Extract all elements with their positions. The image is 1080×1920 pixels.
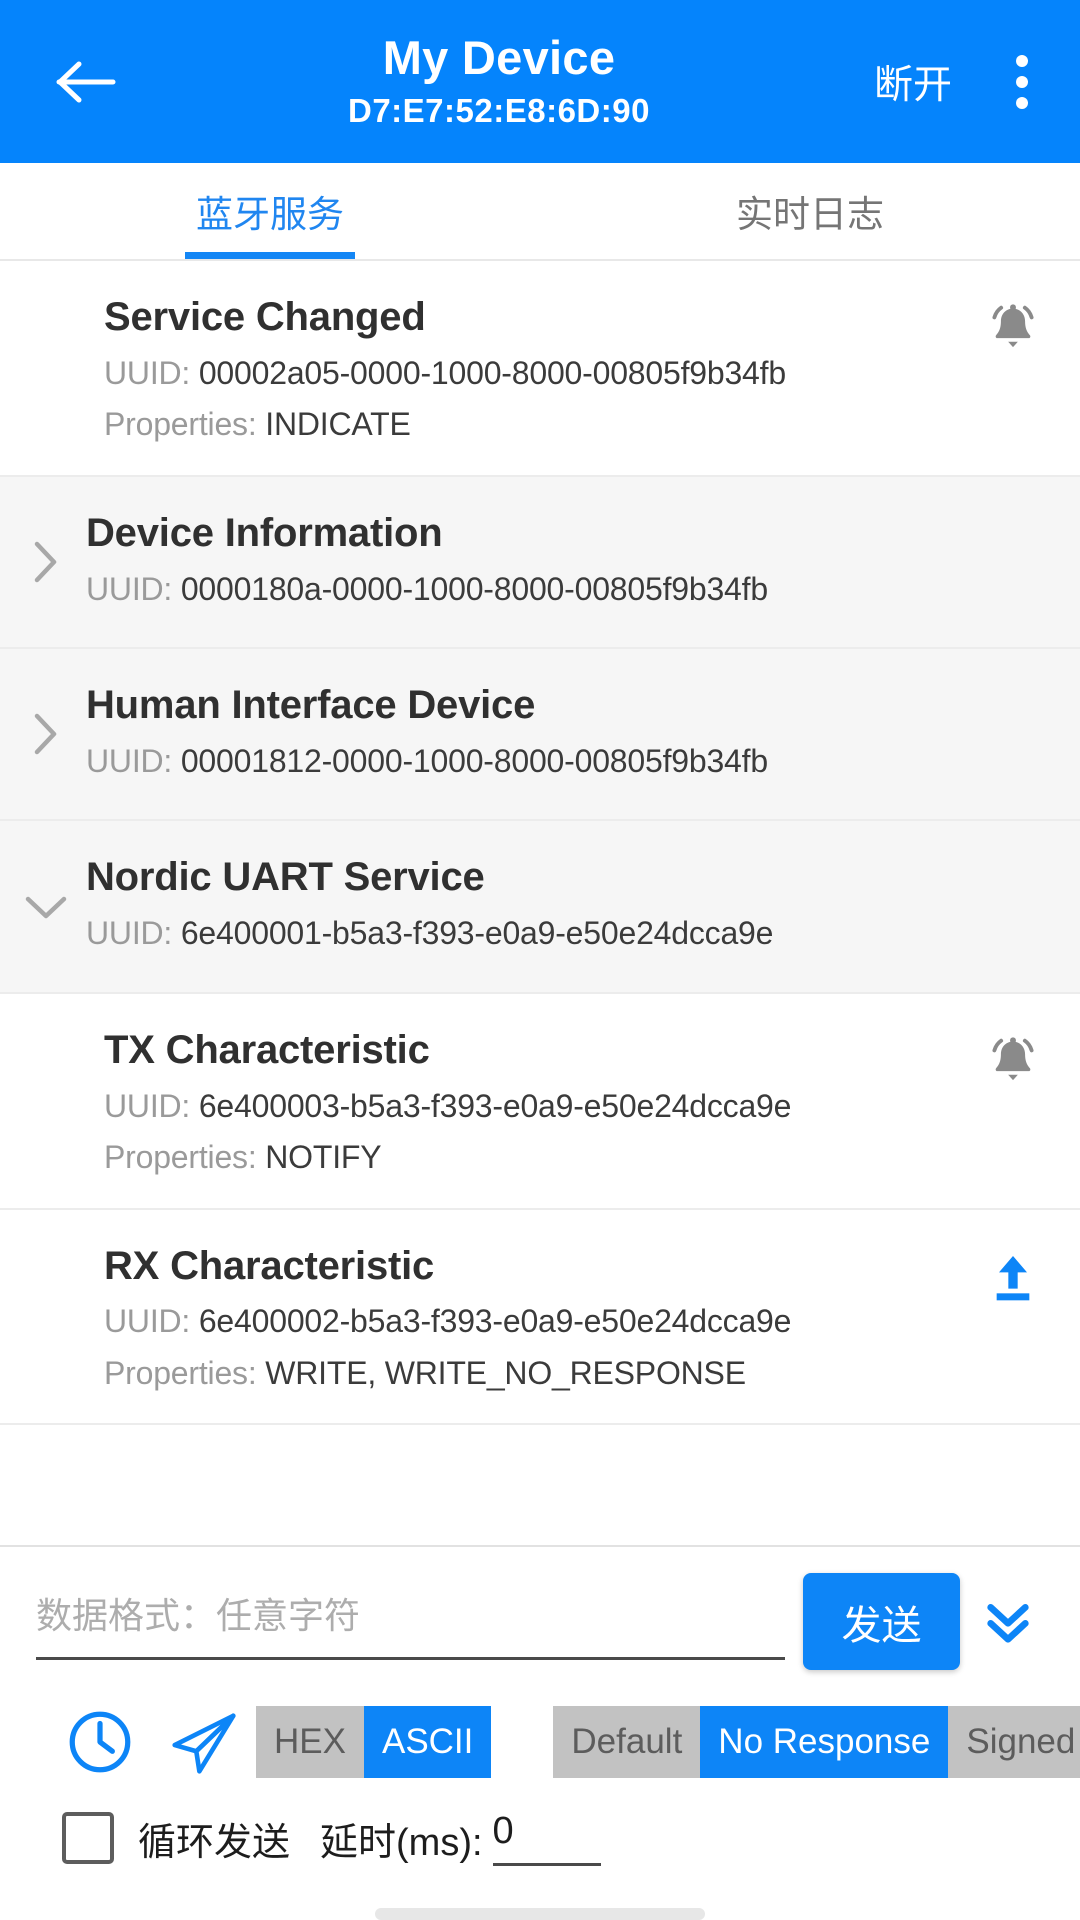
send-panel: 发送 HEX xyxy=(0,1545,1080,1866)
write-option-default[interactable]: Default xyxy=(553,1706,701,1778)
properties-label: Properties: xyxy=(104,406,257,443)
send-toolbar: HEX ASCII Default No Response Signed xyxy=(24,1670,1080,1786)
quick-send-button[interactable] xyxy=(152,1698,256,1786)
characteristic-properties: Properties: NOTIFY xyxy=(104,1136,1046,1180)
properties-label: Properties: xyxy=(104,1354,257,1391)
uuid-value: 6e400002-b5a3-f393-e0a9-e50e24dcca9e xyxy=(198,1303,792,1340)
tab-realtime-log[interactable]: 实时日志 xyxy=(540,163,1080,259)
bottom-handle-area xyxy=(0,1866,1080,1920)
write-option-no-response[interactable]: No Response xyxy=(700,1706,949,1778)
write-option-signed[interactable]: Signed xyxy=(948,1706,1080,1778)
data-input-wrapper xyxy=(36,1589,785,1660)
properties-value: WRITE, WRITE_NO_RESPONSE xyxy=(265,1354,746,1391)
list-item[interactable]: Device Information UUID: 0000180a-0000-1… xyxy=(0,476,1080,650)
chevron-right-icon xyxy=(24,540,68,584)
paper-plane-icon xyxy=(172,1713,236,1774)
device-mac-address: D7:E7:52:E8:6D:90 xyxy=(348,91,650,129)
uuid-label: UUID: xyxy=(86,570,173,607)
list-item[interactable]: Nordic UART Service UUID: 6e400001-b5a3-… xyxy=(0,821,1080,994)
service-uuid: UUID: 6e400001-b5a3-f393-e0a9-e50e24dcca… xyxy=(86,912,1046,956)
write-upload-button[interactable] xyxy=(982,1246,1044,1308)
notify-toggle-button[interactable] xyxy=(982,1030,1044,1092)
bluetooth-device-screen: My Device D7:E7:52:E8:6D:90 断开 蓝牙服务 实时日志… xyxy=(0,0,1080,1920)
uuid-label: UUID: xyxy=(104,1087,191,1124)
bell-ring-icon xyxy=(992,304,1034,348)
service-title: Nordic UART Service xyxy=(86,855,485,900)
characteristic-uuid: UUID: 00002a05-0000-1000-8000-00805f9b34… xyxy=(104,352,1046,396)
data-format-toggle: HEX ASCII xyxy=(256,1706,492,1778)
loop-send-row: 循环发送 延时(ms): xyxy=(24,1786,1056,1866)
service-uuid: UUID: 0000180a-0000-1000-8000-00805f9b34… xyxy=(86,568,1046,612)
uuid-label: UUID: xyxy=(104,354,191,391)
uuid-value: 6e400001-b5a3-f393-e0a9-e50e24dcca9e xyxy=(180,915,774,952)
double-chevron-down-icon xyxy=(987,1603,1029,1643)
properties-value: NOTIFY xyxy=(265,1139,382,1176)
bottom-drag-handle[interactable] xyxy=(375,1908,705,1920)
characteristic-title: RX Characteristic xyxy=(104,1243,435,1288)
characteristic-properties: Properties: INDICATE xyxy=(104,403,1046,447)
bell-ring-icon xyxy=(992,1037,1034,1080)
list-item[interactable]: Human Interface Device UUID: 00001812-00… xyxy=(0,649,1080,822)
service-list[interactable]: Service Changed UUID: 00002a05-0000-1000… xyxy=(0,261,1080,1545)
format-option-hex[interactable]: HEX xyxy=(256,1706,364,1778)
uuid-value: 6e400003-b5a3-f393-e0a9-e50e24dcca9e xyxy=(198,1087,792,1124)
tab-bluetooth-services[interactable]: 蓝牙服务 xyxy=(0,163,540,259)
properties-label: Properties: xyxy=(104,1139,257,1176)
format-option-ascii[interactable]: ASCII xyxy=(363,1706,492,1778)
characteristic-title: TX Characteristic xyxy=(104,1027,430,1072)
service-title: Device Information xyxy=(86,510,443,555)
service-title: Human Interface Device xyxy=(86,683,536,728)
data-input[interactable] xyxy=(36,1589,785,1645)
uuid-label: UUID: xyxy=(104,1303,191,1340)
uuid-label: UUID: xyxy=(86,742,173,779)
characteristic-title: Service Changed xyxy=(104,295,426,339)
loop-send-label: 循环发送 xyxy=(138,1821,291,1864)
characteristic-properties: Properties: WRITE, WRITE_NO_RESPONSE xyxy=(104,1352,1046,1396)
more-vertical-icon[interactable] xyxy=(992,34,1052,130)
uuid-value: 00001812-0000-1000-8000-00805f9b34fb xyxy=(180,742,768,779)
send-button[interactable]: 发送 xyxy=(803,1573,960,1670)
dot xyxy=(1016,96,1028,109)
list-item[interactable]: Service Changed UUID: 00002a05-0000-1000… xyxy=(0,261,1080,477)
properties-value: INDICATE xyxy=(265,406,411,443)
list-item[interactable]: RX Characteristic UUID: 6e400002-b5a3-f3… xyxy=(0,1209,1080,1426)
app-bar-titles: My Device D7:E7:52:E8:6D:90 xyxy=(124,30,874,132)
tab-bar: 蓝牙服务 实时日志 xyxy=(0,163,1080,261)
page-title: My Device xyxy=(382,31,616,85)
upload-icon xyxy=(996,1255,1030,1300)
clock-icon xyxy=(69,1711,131,1773)
uuid-value: 0000180a-0000-1000-8000-00805f9b34fb xyxy=(180,570,768,607)
disconnect-button[interactable]: 断开 xyxy=(874,54,952,110)
characteristic-uuid: UUID: 6e400002-b5a3-f393-e0a9-e50e24dcca… xyxy=(104,1300,1046,1344)
delay-input-wrapper xyxy=(492,1810,601,1866)
chevron-down-icon xyxy=(24,885,68,929)
delay-input[interactable] xyxy=(492,1810,601,1853)
send-row: 发送 xyxy=(24,1565,1056,1670)
characteristic-uuid: UUID: 6e400003-b5a3-f393-e0a9-e50e24dcca… xyxy=(104,1085,1046,1129)
app-bar: My Device D7:E7:52:E8:6D:90 断开 xyxy=(0,0,1080,163)
service-uuid: UUID: 00001812-0000-1000-8000-00805f9b34… xyxy=(86,740,1046,784)
back-button[interactable] xyxy=(38,34,134,130)
chevron-right-icon xyxy=(24,712,68,756)
dot xyxy=(1016,75,1028,88)
write-type-toggle: Default No Response Signed xyxy=(553,1706,1080,1778)
uuid-value: 00002a05-0000-1000-8000-00805f9b34fb xyxy=(198,354,786,391)
expand-panel-button[interactable] xyxy=(960,1573,1056,1670)
history-button[interactable] xyxy=(48,1698,152,1786)
dot xyxy=(1016,54,1028,67)
notify-toggle-button[interactable] xyxy=(982,297,1044,359)
arrow-left-icon xyxy=(56,61,116,102)
loop-send-checkbox[interactable] xyxy=(62,1812,114,1864)
list-item[interactable]: TX Characteristic UUID: 6e400003-b5a3-f3… xyxy=(0,993,1080,1210)
uuid-label: UUID: xyxy=(86,915,173,952)
delay-label: 延时(ms): xyxy=(320,1821,483,1864)
